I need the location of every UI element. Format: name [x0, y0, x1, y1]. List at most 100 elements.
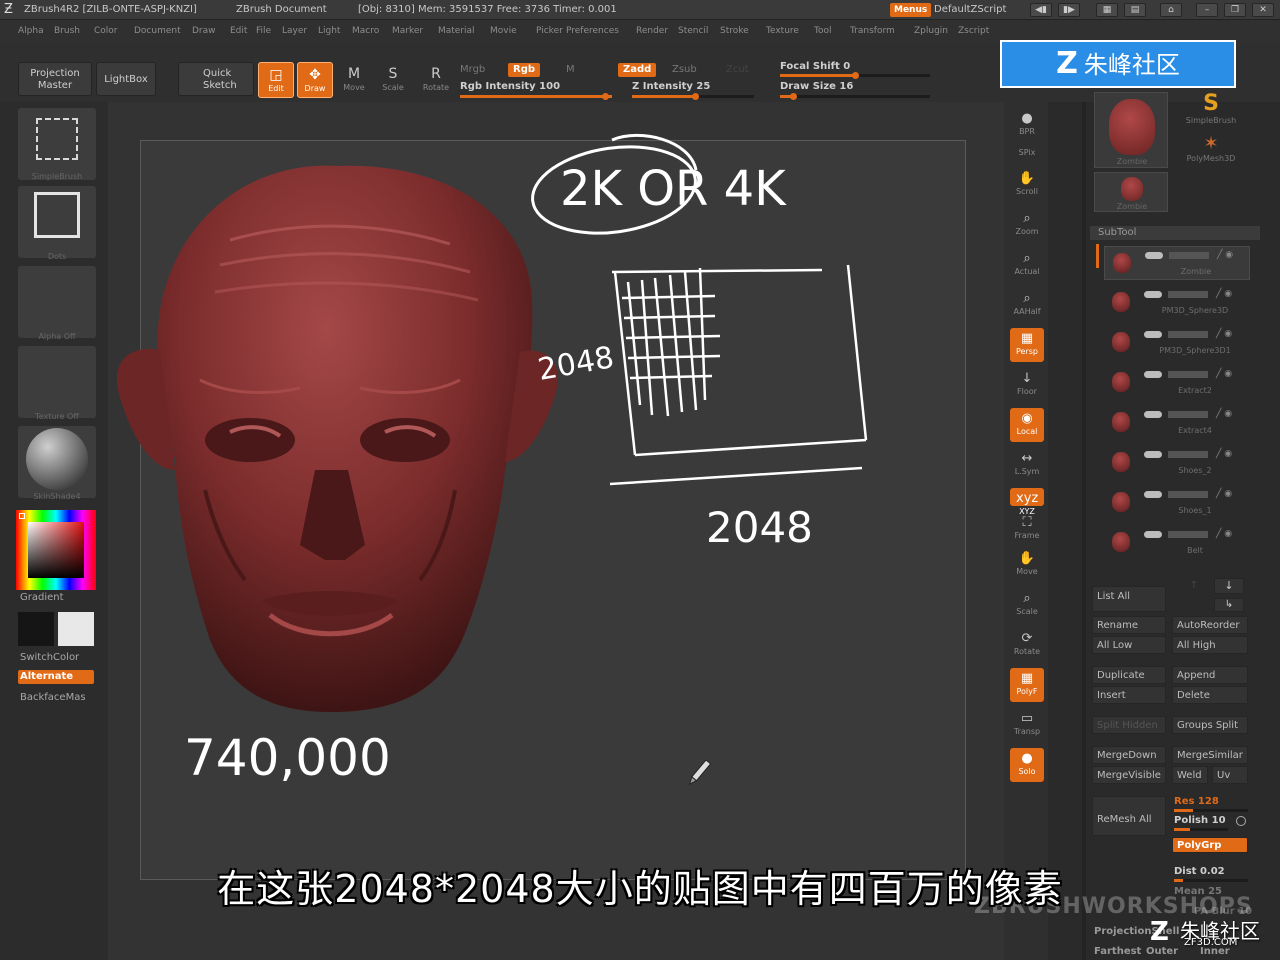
subtool-visibility-toggles[interactable]: ╱ ◉ [1144, 490, 1248, 500]
polish-slider[interactable]: Polish 10 [1174, 815, 1226, 826]
strip-local-button[interactable]: ◉ Local [1010, 408, 1044, 442]
scroll-icon: ✋ [1018, 171, 1036, 186]
subtool-row[interactable]: ╱ ◉ Zombie [1104, 246, 1250, 280]
subtool-name: Zombie [1180, 267, 1212, 276]
solo-label: Solo [1018, 767, 1036, 776]
zoom-label: Zoom [1015, 227, 1039, 236]
simplebrush-icon: S [1203, 91, 1219, 116]
append-button[interactable]: Append [1172, 666, 1248, 684]
polish-track[interactable] [1174, 828, 1228, 831]
uv-button[interactable]: Uv [1212, 766, 1248, 784]
strip-move-button[interactable]: ✋ Move [1010, 548, 1044, 582]
annotation-count: 740,000 [184, 729, 391, 787]
tool-thumb-polymesh[interactable]: ✶ PolyMesh3D [1176, 134, 1246, 172]
subtool-row[interactable]: ╱ ◉ Shoes_1 [1104, 486, 1250, 520]
strip-solo-button[interactable]: ● Solo [1010, 748, 1044, 782]
strip-frame-button[interactable]: ⛶ Frame [1010, 512, 1044, 546]
subtool-thumb-icon [1106, 488, 1136, 516]
tool-thumb-small-label: Zombie [1116, 202, 1148, 211]
list-all-button[interactable]: List All [1092, 586, 1166, 612]
subtool-name: PM3D_Sphere3D1 [1159, 346, 1231, 355]
polygrp-button[interactable]: PolyGrp [1172, 837, 1248, 853]
move-label: Move [1016, 567, 1038, 576]
strip-scroll-button[interactable]: ✋ Scroll [1010, 168, 1044, 202]
tool-thumb-label: Zombie [1116, 157, 1148, 166]
strip-floor-button[interactable]: ↓ Floor [1010, 368, 1044, 402]
zbrush-window: Ƶ ZBrush4R2 [ZILB-ONTE-ASPJ-KNZI] ZBrush… [0, 0, 1280, 960]
groups-split-button[interactable]: Groups Split [1172, 716, 1248, 734]
all-high-button[interactable]: All High [1172, 636, 1248, 654]
merge-visible-button[interactable]: MergeVisible [1092, 766, 1166, 784]
subtool-thumb-icon [1106, 288, 1136, 316]
move-down-icon[interactable]: ↓ [1214, 578, 1244, 594]
annotation-top: 2K OR 4K [560, 161, 787, 217]
rotate-icon: ⟳ [1021, 631, 1033, 646]
strip-rotate-button[interactable]: ⟳ Rotate [1010, 628, 1044, 662]
scroll-label: Scroll [1016, 187, 1038, 196]
weld-button[interactable]: Weld [1172, 766, 1208, 784]
tool-thumb-simplebrush[interactable]: S SimpleBrush [1176, 92, 1246, 132]
subtool-visibility-toggles[interactable]: ╱ ◉ [1144, 530, 1248, 540]
strip-aahalf-button[interactable]: ⌕ AAHalf [1010, 288, 1044, 322]
strip-zoom-button[interactable]: ⌕ Zoom [1010, 208, 1044, 242]
annotation-side: 2048 [535, 340, 616, 388]
scale-icon: ⌕ [1023, 591, 1031, 606]
strip-lsym-button[interactable]: ↔ L.Sym [1010, 448, 1044, 482]
strip-persp-button[interactable]: ▦ Persp [1010, 328, 1044, 362]
subtool-row[interactable]: ╱ ◉ PM3D_Sphere3D [1104, 286, 1250, 320]
auto-reorder-button[interactable]: AutoReorder [1172, 616, 1248, 634]
tool-thumb-zombie[interactable]: Zombie [1094, 92, 1168, 168]
frame-icon: ⛶ [1022, 515, 1032, 530]
tool-thumb-zombie-small[interactable]: Zombie [1094, 172, 1168, 212]
res-track[interactable] [1174, 809, 1248, 812]
polymesh-label: PolyMesh3D [1186, 154, 1236, 163]
farthest-button[interactable]: Farthest [1094, 946, 1141, 957]
video-subtitle: 在这张2048*2048大小的贴图中有四百万的像素 [217, 867, 1063, 911]
subtool-row[interactable]: ╱ ◉ Shoes_2 [1104, 446, 1250, 480]
polish-toggle-icon[interactable] [1236, 816, 1246, 826]
merge-similar-button[interactable]: MergeSimilar [1172, 746, 1248, 764]
solo-icon: ● [1021, 751, 1033, 766]
subtool-visibility-toggles[interactable]: ╱ ◉ [1145, 251, 1249, 261]
strip-scale-button[interactable]: ⌕ Scale [1010, 588, 1044, 622]
split-hidden-button[interactable]: Split Hidden [1092, 716, 1166, 734]
subtool-row[interactable]: ╱ ◉ Extract4 [1104, 406, 1250, 440]
subtool-visibility-toggles[interactable]: ╱ ◉ [1144, 330, 1248, 340]
all-low-button[interactable]: All Low [1092, 636, 1166, 654]
zombie-thumb-icon [1109, 99, 1155, 155]
subtool-row[interactable]: ╱ ◉ Belt [1104, 526, 1250, 560]
subtool-visibility-toggles[interactable]: ╱ ◉ [1144, 290, 1248, 300]
delete-button[interactable]: Delete [1172, 686, 1248, 704]
move-up-icon[interactable]: ↑ [1184, 580, 1204, 594]
duplicate-button[interactable]: Duplicate [1092, 666, 1166, 684]
move-bottom-icon[interactable]: ↳ [1214, 598, 1244, 612]
floor-label: Floor [1017, 387, 1037, 396]
subtool-row[interactable]: ╱ ◉ Extract2 [1104, 366, 1250, 400]
strip-xyz-button[interactable]: xyz XYZ [1010, 488, 1044, 516]
rotate-label: Rotate [1013, 647, 1041, 656]
subtool-visibility-toggles[interactable]: ╱ ◉ [1144, 370, 1248, 380]
lsym-icon: ↔ [1021, 451, 1033, 466]
res-slider[interactable]: Res 128 [1174, 796, 1219, 807]
rename-button[interactable]: Rename [1092, 616, 1166, 634]
strip-actual-button[interactable]: ⌕ Actual [1010, 248, 1044, 282]
subtool-row[interactable]: ╱ ◉ PM3D_Sphere3D1 [1104, 326, 1250, 360]
local-icon: ◉ [1021, 411, 1033, 426]
subtool-header[interactable]: SubTool [1090, 226, 1260, 240]
aahalf-label: AAHalf [1013, 307, 1041, 316]
subtool-name: Shoes_1 [1178, 506, 1212, 515]
subtool-thumb-icon [1106, 408, 1136, 436]
floor-icon: ↓ [1021, 371, 1033, 386]
merge-down-button[interactable]: MergeDown [1092, 746, 1166, 764]
strip-spix-button[interactable]: SPix [1010, 148, 1044, 166]
subtool-visibility-toggles[interactable]: ╱ ◉ [1144, 410, 1248, 420]
panel-divider[interactable] [1082, 102, 1086, 960]
strip-transp-button[interactable]: ▭ Transp [1010, 708, 1044, 742]
strip-bpr-button[interactable]: ● BPR [1010, 108, 1044, 142]
subtool-visibility-toggles[interactable]: ╱ ◉ [1144, 450, 1248, 460]
site-logo-icon: Z [1056, 46, 1078, 81]
insert-button[interactable]: Insert [1092, 686, 1166, 704]
strip-polyf-button[interactable]: ▦ PolyF [1010, 668, 1044, 702]
subtool-thumb-icon [1106, 368, 1136, 396]
remesh-all-button[interactable]: ReMesh All [1092, 796, 1166, 836]
